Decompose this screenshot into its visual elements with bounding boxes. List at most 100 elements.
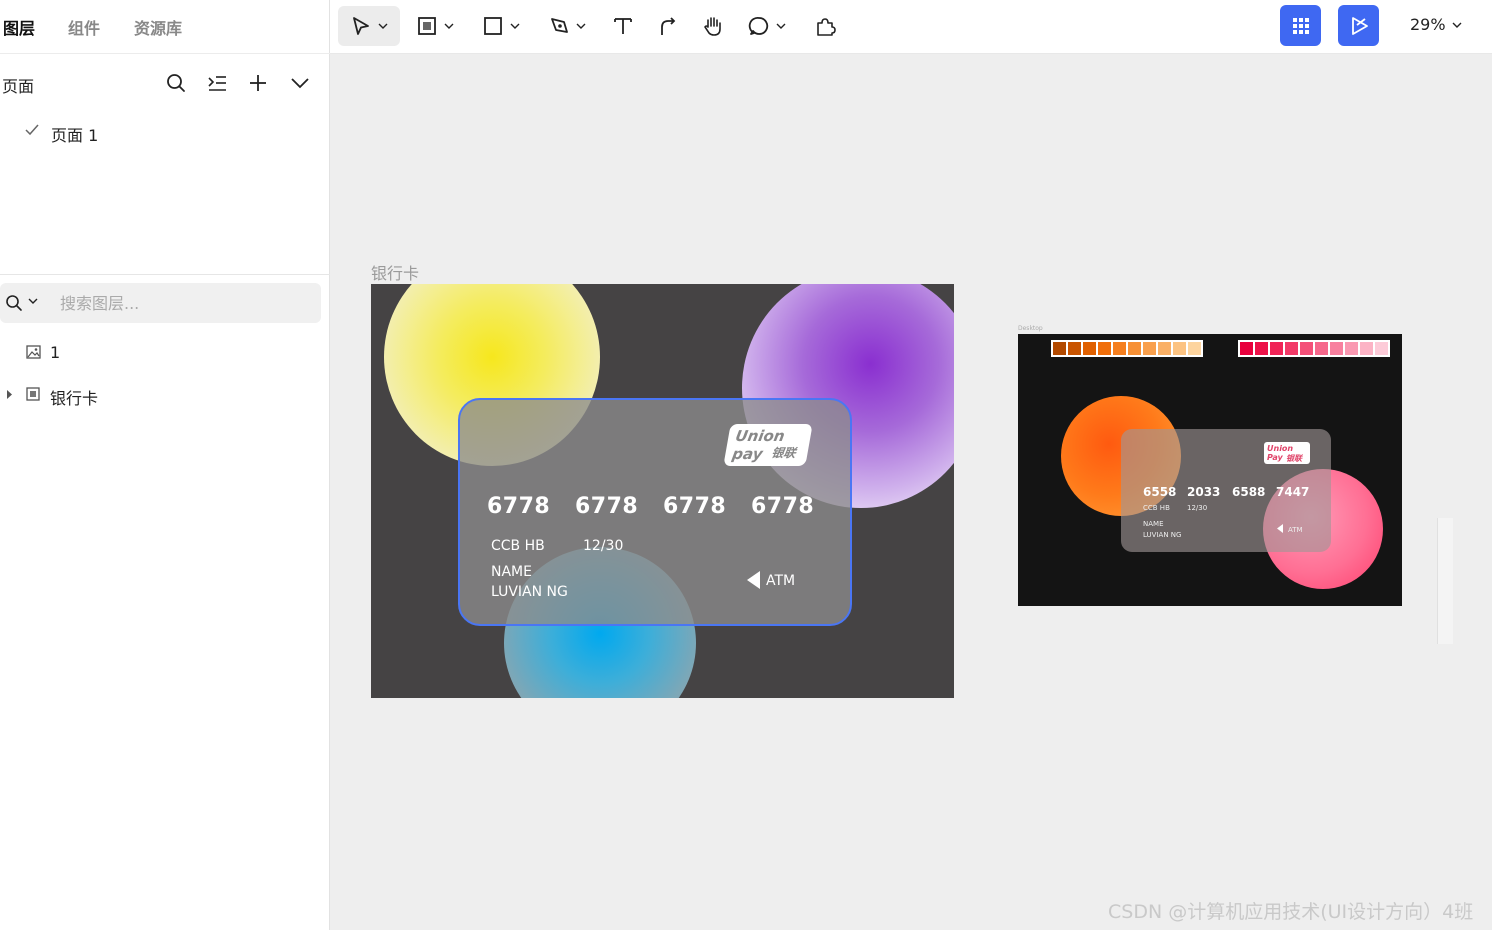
components-grid-button[interactable] bbox=[1280, 5, 1321, 46]
plugin-tool-button[interactable] bbox=[812, 6, 838, 46]
chevron-down-icon bbox=[444, 23, 454, 29]
search-icon[interactable] bbox=[165, 72, 187, 94]
name-label: NAME bbox=[491, 564, 532, 580]
atm-arrow-icon bbox=[747, 571, 760, 589]
comment-tool-button[interactable] bbox=[744, 6, 790, 46]
name-label: NAME bbox=[1143, 520, 1164, 528]
color-swatch bbox=[1113, 342, 1126, 355]
color-swatch bbox=[1345, 342, 1358, 355]
comment-icon bbox=[748, 17, 769, 35]
desktop-preview-artboard[interactable]: Union Pay 银联 6558 2033 6588 7447 CCB HB … bbox=[1018, 334, 1402, 606]
color-swatch bbox=[1240, 342, 1253, 355]
caret-right-icon[interactable] bbox=[6, 390, 13, 399]
chevron-down-icon bbox=[510, 23, 520, 29]
unionpay-logo: Union pay 银联 bbox=[723, 424, 813, 466]
chevron-down-icon bbox=[1452, 22, 1462, 28]
page-item-label: 页面 1 bbox=[51, 126, 99, 145]
card-number-group: 6778 bbox=[663, 494, 727, 519]
color-swatch bbox=[1315, 342, 1328, 355]
pages-header: 页面 bbox=[0, 54, 330, 112]
pen-tool-button[interactable] bbox=[544, 6, 590, 46]
color-swatch bbox=[1173, 342, 1186, 355]
panel-tabs: 图层 组件 资源库 bbox=[0, 0, 330, 54]
tab-assets[interactable]: 资源库 bbox=[134, 15, 182, 39]
color-swatch bbox=[1255, 342, 1268, 355]
panel-divider bbox=[0, 274, 330, 275]
layer-label: 银行卡 bbox=[50, 389, 99, 408]
layer-search bbox=[0, 283, 321, 323]
bank-card-artboard[interactable]: Union pay 银联 6778 6778 6778 6778 CCB HB … bbox=[371, 284, 954, 698]
prototype-play-button[interactable] bbox=[1338, 5, 1379, 46]
bank-card[interactable]: Union pay 银联 6778 6778 6778 6778 CCB HB … bbox=[458, 398, 852, 626]
cardholder-name: LUVIAN NG bbox=[491, 584, 568, 600]
move-tool-button[interactable] bbox=[338, 6, 400, 46]
frame-icon bbox=[26, 387, 40, 401]
cardholder-name: LUVIAN NG bbox=[1143, 531, 1182, 539]
color-swatch bbox=[1158, 342, 1171, 355]
card-number-group: 7447 bbox=[1276, 485, 1310, 499]
zoom-value: 29% bbox=[1410, 15, 1446, 34]
page-item[interactable]: 页面 1 bbox=[24, 120, 304, 146]
search-input[interactable] bbox=[60, 289, 310, 317]
color-swatch bbox=[1285, 342, 1298, 355]
zoom-control[interactable]: 29% bbox=[1410, 15, 1462, 34]
grid-icon bbox=[1292, 17, 1309, 34]
chevron-down-icon[interactable] bbox=[28, 297, 38, 305]
layer-label: 1 bbox=[50, 343, 61, 362]
search-icon[interactable] bbox=[5, 294, 23, 312]
color-swatch bbox=[1375, 342, 1388, 355]
card-number-group: 6558 bbox=[1143, 485, 1177, 499]
pen-icon bbox=[551, 18, 568, 33]
color-swatch bbox=[1053, 342, 1066, 355]
orange-palette bbox=[1051, 340, 1203, 357]
color-swatch bbox=[1098, 342, 1111, 355]
color-swatch bbox=[1068, 342, 1081, 355]
pink-palette bbox=[1238, 340, 1390, 357]
top-toolbar: 29% bbox=[330, 0, 1492, 54]
color-swatch bbox=[1300, 342, 1313, 355]
text-icon bbox=[614, 18, 632, 34]
color-swatch bbox=[1270, 342, 1283, 355]
outline-list-icon[interactable] bbox=[206, 72, 228, 94]
preview-frame-label[interactable]: Desktop bbox=[1018, 325, 1043, 332]
chevron-down-icon bbox=[378, 23, 388, 29]
check-icon bbox=[25, 124, 39, 136]
layers-panel: 图层 组件 资源库 页面 页面 1 1 银行卡 bbox=[0, 0, 330, 930]
tab-layers[interactable]: 图层 bbox=[3, 15, 35, 39]
play-icon bbox=[1351, 16, 1368, 35]
bank-name: CCB HB bbox=[491, 538, 545, 554]
chevron-down-icon[interactable] bbox=[289, 72, 311, 94]
card-number-group: 6778 bbox=[487, 494, 551, 519]
logo-text-cn: 银联 bbox=[1286, 454, 1302, 463]
puzzle-icon bbox=[817, 18, 836, 36]
plus-icon[interactable] bbox=[247, 72, 269, 94]
logo-text-cn: 银联 bbox=[770, 446, 797, 460]
bank-name: CCB HB bbox=[1143, 504, 1170, 512]
hand-tool-button[interactable] bbox=[700, 6, 726, 46]
color-swatch bbox=[1143, 342, 1156, 355]
frame-tool-button[interactable] bbox=[412, 6, 458, 46]
watermark: CSDN @计算机应用技术(UI设计方向）4班 bbox=[1108, 901, 1474, 923]
shape-tool-button[interactable] bbox=[478, 6, 524, 46]
unionpay-logo: Union Pay 银联 bbox=[1264, 442, 1310, 464]
card-number-group: 6588 bbox=[1232, 485, 1266, 499]
layer-row[interactable]: 银行卡 bbox=[0, 381, 321, 409]
pages-title: 页面 bbox=[2, 77, 35, 96]
cursor-icon bbox=[353, 17, 369, 35]
tab-components[interactable]: 组件 bbox=[68, 15, 100, 39]
preview-bank-card: Union Pay 银联 6558 2033 6588 7447 CCB HB … bbox=[1121, 429, 1331, 552]
card-number-group: 6778 bbox=[575, 494, 639, 519]
chevron-down-icon bbox=[776, 23, 786, 29]
hand-icon bbox=[704, 17, 721, 36]
text-tool-button[interactable] bbox=[610, 6, 636, 46]
atm-label: ATM bbox=[1288, 526, 1303, 534]
connector-tool-button[interactable] bbox=[655, 6, 681, 46]
image-icon bbox=[26, 345, 41, 359]
color-swatch bbox=[1360, 342, 1373, 355]
card-number-group: 6778 bbox=[751, 494, 815, 519]
layer-row[interactable]: 1 bbox=[0, 339, 321, 367]
frame-label[interactable]: 银行卡 bbox=[371, 260, 419, 284]
chevron-down-icon bbox=[576, 23, 586, 29]
color-swatch bbox=[1330, 342, 1343, 355]
card-expiry: 12/30 bbox=[583, 538, 624, 554]
